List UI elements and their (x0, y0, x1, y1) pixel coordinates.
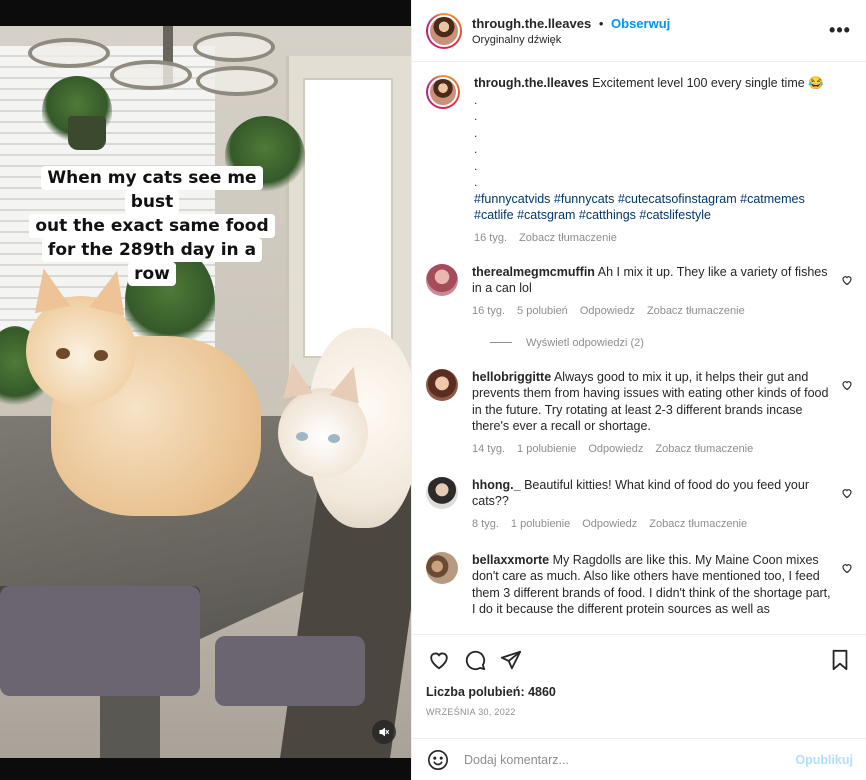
caption-line-1: When my cats see me bust (41, 166, 263, 214)
video-caption: When my cats see me bust out the exact s… (28, 166, 276, 286)
caption-line-2: out the exact same food (29, 214, 275, 238)
publish-button[interactable]: Opublikuj (795, 753, 853, 767)
comment-likes[interactable]: 5 polubień (517, 305, 568, 317)
like-comment-heart-icon[interactable] (841, 487, 853, 499)
like-comment-heart-icon[interactable] (841, 562, 853, 574)
avatar[interactable] (426, 476, 458, 509)
comment-item: hellobriggitte Always good to mix it up,… (426, 368, 853, 455)
like-comment-heart-icon[interactable] (841, 379, 853, 391)
orange-cat (26, 264, 266, 566)
post-sidebar: through.the.lleaves • Obserwuj Oryginaln… (411, 0, 866, 780)
caption-line-3: for the 289th day in a row (41, 238, 263, 286)
comment-icon[interactable] (462, 647, 488, 673)
reply-button[interactable]: Odpowiedz (580, 305, 635, 317)
comment-username[interactable]: bellaxxmorte (472, 553, 549, 567)
comment-username[interactable]: hellobriggitte (472, 370, 551, 384)
caption-username[interactable]: through.the.lleaves (474, 76, 589, 90)
comment-username[interactable]: hhong._ (472, 478, 521, 492)
avatar[interactable] (426, 551, 458, 584)
more-options-icon[interactable]: ••• (828, 20, 852, 41)
see-translation-link[interactable]: Zobacz tłumaczenie (649, 518, 747, 530)
follow-button[interactable]: Obserwuj (611, 16, 670, 31)
comments-list[interactable]: through.the.lleaves Excitement level 100… (412, 63, 866, 634)
comment-input[interactable] (464, 752, 796, 767)
see-translation-link[interactable]: Zobacz tłumaczenie (655, 443, 753, 455)
separator-dot: • (598, 16, 604, 31)
comment-username[interactable]: therealmegmcmuffin (472, 265, 595, 279)
see-translation-link[interactable]: Zobacz tłumaczenie (519, 232, 617, 244)
caption-dots: . . . . . . (474, 92, 478, 190)
caption-text: Excitement level 100 every single time 😂 (592, 76, 824, 90)
comment-age: 14 tyg. (472, 442, 506, 455)
avatar[interactable] (426, 368, 458, 401)
like-comment-heart-icon[interactable] (841, 274, 853, 286)
reply-button[interactable]: Odpowiedz (582, 518, 637, 530)
see-translation-link[interactable]: Zobacz tłumaczenie (647, 305, 745, 317)
post-header: through.the.lleaves • Obserwuj Oryginaln… (412, 0, 866, 62)
comment-item: therealmegmcmuffin Ah I mix it up. They … (426, 263, 853, 317)
audio-label[interactable]: Oryginalny dźwięk (472, 34, 828, 46)
emoji-icon[interactable] (426, 748, 450, 772)
hashtags[interactable]: #funnycatvids #funnycats #cutecatsofinst… (474, 191, 834, 224)
comment-age: 16 tyg. (472, 304, 506, 317)
video-player[interactable]: When my cats see me bust out the exact s… (0, 0, 411, 780)
reply-button[interactable]: Odpowiedz (588, 443, 643, 455)
bookmark-icon[interactable] (827, 647, 853, 673)
comment-item: hhong._ Beautiful kitties! What kind of … (426, 476, 853, 530)
avatar[interactable] (426, 263, 458, 296)
comment-likes[interactable]: 1 polubienie (511, 518, 570, 530)
comment-item: bellaxxmorte My Ragdolls are like this. … (426, 551, 853, 618)
comment-age: 8 tyg. (472, 517, 499, 530)
comment-likes[interactable]: 1 polubienie (517, 443, 576, 455)
post-actions: Liczba polubień: 4860 WRZEŚNIA 30, 2022 (412, 634, 866, 738)
add-comment-bar: Opublikuj (412, 738, 866, 780)
speaker-muted-icon[interactable] (372, 720, 396, 744)
heart-icon[interactable] (426, 647, 452, 673)
share-icon[interactable] (498, 647, 524, 673)
likes-count[interactable]: Liczba polubień: 4860 (426, 685, 853, 699)
post-caption: through.the.lleaves Excitement level 100… (426, 75, 853, 244)
view-replies-button[interactable]: Wyświetl odpowiedzi (2) (490, 337, 853, 349)
avatar[interactable] (426, 75, 460, 109)
comment-text: Beautiful kitties! What kind of food do … (472, 477, 809, 509)
author-username[interactable]: through.the.lleaves (472, 16, 591, 31)
video-frame (0, 26, 411, 758)
post-date[interactable]: WRZEŚNIA 30, 2022 (426, 707, 853, 717)
avatar[interactable] (426, 12, 462, 49)
white-cat (277, 318, 411, 538)
caption-age: 16 tyg. (474, 231, 508, 244)
